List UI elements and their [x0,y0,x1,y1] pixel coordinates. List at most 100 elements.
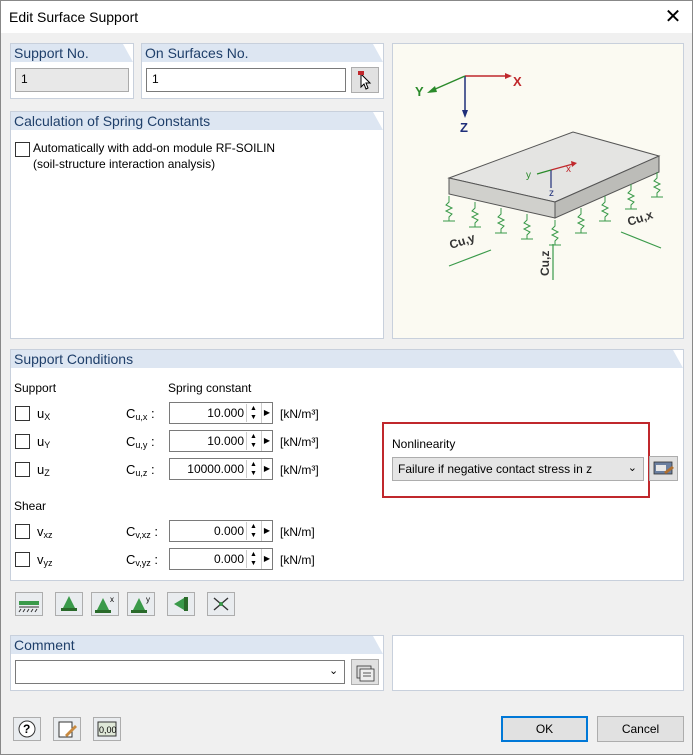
nonlinearity-label: Nonlinearity [392,437,456,451]
title-bar: Edit Surface Support ✕ [1,1,692,33]
fixed-support-icon [61,596,77,611]
on-surfaces-header: On Surfaces No. [142,44,383,62]
support-diagram: X Y Z x y z Cu,y Cu,x Cu,z [392,43,684,339]
support-conditions-panel: Support Conditions Support Spring consta… [10,349,684,581]
support-no-field: 1 [15,68,129,92]
cux-arrow-right-icon[interactable]: ▶ [261,403,272,423]
cuz-updown-icon[interactable]: ▲ ▼ [246,460,260,478]
comment-side-panel [392,635,684,691]
window-title: Edit Surface Support [9,9,139,25]
dialog-window: Edit Surface Support ✕ Support No. 1 On … [0,0,693,755]
svg-text:0,00: 0,00 [99,725,117,735]
rf-soilin-label-2: (soil-structure interaction analysis) [33,157,216,171]
axis-z-label: Z [460,120,468,135]
free-support-button[interactable] [207,592,235,616]
cuy-value[interactable]: 10.000 [207,434,244,448]
nonlinearity-select[interactable]: Failure if negative contact stress in z … [392,457,644,481]
cuy-updown-icon[interactable]: ▲ ▼ [246,432,260,450]
fixed-support-button[interactable] [55,592,83,616]
cuy-stepper[interactable]: 10.000 ▲ ▼ ▶ [169,430,273,452]
ux-label: uX [37,406,51,422]
help-button[interactable]: ? [13,717,41,741]
wall-support-button[interactable] [167,592,195,616]
cux-updown-icon[interactable]: ▲ ▼ [246,404,260,422]
support-y-button[interactable]: y [127,592,155,616]
shear-label: Shear [14,499,47,513]
spring-calc-panel: Calculation of Spring Constants Automati… [10,111,384,339]
axis-y-label: Y [415,84,424,99]
cvxz-updown-icon[interactable]: ▲ ▼ [246,522,260,540]
help-icon: ? [18,720,36,738]
nonlinearity-edit-button[interactable] [649,456,678,481]
cvyz-label: Cv,yz : [126,552,158,568]
free-nodes-icon [213,597,229,611]
uy-checkbox[interactable] [15,434,30,449]
cux-value[interactable]: 10.000 [207,406,244,420]
cuz-stepper[interactable]: 10000.000 ▲ ▼ ▶ [169,458,273,480]
uz-checkbox[interactable] [15,462,30,477]
support-x-button[interactable]: x [91,592,119,616]
spring-calc-header: Calculation of Spring Constants [11,112,383,130]
cvyz-arrow-right-icon[interactable]: ▶ [261,549,272,569]
chevron-down-icon: ⌄ [627,462,637,474]
cvyz-value[interactable]: 0.000 [214,552,244,566]
uy-label: uY [37,434,51,450]
local-x-label: x [566,164,571,175]
rf-soilin-checkbox[interactable] [15,142,30,157]
cuz-arrow-right-icon[interactable]: ▶ [261,459,272,479]
edit-button[interactable] [53,717,81,741]
support-no-panel: Support No. 1 [10,43,134,99]
cvxz-label: Cv,xz : [126,524,158,540]
cux-unit: [kN/m³] [280,407,319,421]
units-icon: 0,00 [97,721,117,737]
comment-panel: Comment ⌄ [10,635,384,691]
cux-stepper[interactable]: 10.000 ▲ ▼ ▶ [169,402,273,424]
uz-label: uZ [37,462,50,478]
close-icon[interactable]: ✕ [663,6,683,27]
units-button[interactable]: 0,00 [93,717,121,741]
cuy-arrow-right-icon[interactable]: ▶ [261,431,272,451]
comment-input[interactable] [15,660,345,684]
line-support-button[interactable] [15,592,43,616]
cancel-button[interactable]: Cancel [597,716,684,742]
edit-dialog-icon [653,461,674,475]
pick-surface-button[interactable] [351,67,379,93]
cuz-value[interactable]: 10000.000 [187,462,244,476]
cvxz-unit: [kN/m] [280,525,315,539]
vyz-checkbox[interactable] [15,552,30,567]
vxz-label: vxz [37,524,53,540]
support-column-label: Support [14,381,57,395]
cvyz-unit: [kN/m] [280,553,315,567]
cvyz-stepper[interactable]: 0.000 ▲ ▼ ▶ [169,548,273,570]
comment-library-button[interactable] [351,659,379,685]
comment-header: Comment [11,636,383,654]
cuy-unit: [kN/m³] [280,435,319,449]
svg-text:?: ? [23,722,30,736]
svg-text:x: x [110,595,114,604]
on-surfaces-field[interactable]: 1 [146,68,346,92]
cvxz-value[interactable]: 0.000 [214,524,244,538]
cuz-label: Cu,z : [126,462,155,478]
c-ux-label: Cu,x [626,207,655,228]
select-cursor-icon [358,71,372,90]
nonlinearity-value: Failure if negative contact stress in z [398,462,593,476]
cvyz-updown-icon[interactable]: ▲ ▼ [246,550,260,568]
cuy-label: Cu,y : [126,434,155,450]
cvxz-arrow-right-icon[interactable]: ▶ [261,521,272,541]
c-uz-label: Cu,z [538,251,552,276]
cvxz-stepper[interactable]: 0.000 ▲ ▼ ▶ [169,520,273,542]
support-no-header: Support No. [11,44,133,62]
support-x-icon: x [95,595,114,613]
surface-support-illustration: X Y Z x y z Cu,y Cu,x Cu,z [415,73,663,280]
on-surfaces-panel: On Surfaces No. 1 [141,43,384,99]
rf-soilin-label-1: Automatically with add-on module RF-SOIL… [33,141,276,155]
ok-button[interactable]: OK [501,716,588,742]
vxz-checkbox[interactable] [15,524,30,539]
ux-checkbox[interactable] [15,406,30,421]
axis-x-label: X [513,74,522,89]
comment-chevron-down-icon[interactable]: ⌄ [329,664,338,677]
svg-text:y: y [146,595,150,604]
spring-column-label: Spring constant [168,381,252,395]
edit-icon [58,721,77,738]
wall-support-icon [174,597,188,611]
